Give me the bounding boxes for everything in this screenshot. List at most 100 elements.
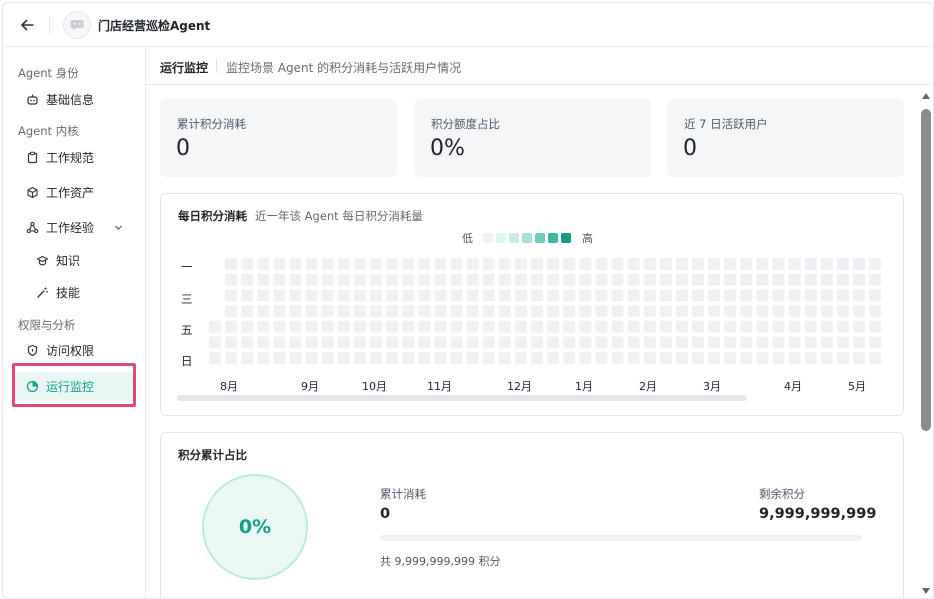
legend-swatches xyxy=(483,233,574,243)
heatmap-cell xyxy=(241,305,254,318)
heatmap-cell xyxy=(643,320,656,333)
back-button[interactable] xyxy=(17,15,37,35)
heatmap-cell xyxy=(756,352,769,365)
heatmap-cell xyxy=(595,289,608,302)
heatmap-cell xyxy=(482,352,495,365)
heatmap-cell xyxy=(853,289,865,302)
heatmap-cell xyxy=(772,273,785,286)
vertical-scrollbar[interactable] xyxy=(918,85,933,598)
heatmap-cell xyxy=(225,320,238,333)
heatmap-cell xyxy=(579,336,592,349)
book-icon xyxy=(35,253,49,267)
heatmap-cell xyxy=(643,273,656,286)
heatmap-cell xyxy=(756,289,769,302)
sidebar-item-access[interactable]: 访问权限 xyxy=(13,336,135,364)
heatmap-cell xyxy=(563,258,576,270)
sidebar-item-work-assets[interactable]: 工作资产 xyxy=(13,178,135,206)
heatmap-cell xyxy=(772,258,785,270)
day-label-fri: 五 xyxy=(181,323,193,337)
heatmap-cell xyxy=(627,258,640,270)
heatmap-cell xyxy=(869,336,882,349)
agent-title: 门店经营巡检Agent xyxy=(98,19,211,33)
heatmap-cell xyxy=(547,305,560,318)
heatmap-cell xyxy=(692,336,704,349)
heatmap-cell xyxy=(450,273,463,286)
robot-icon xyxy=(25,92,39,106)
remaining-value: 9,999,999,999 xyxy=(759,506,877,522)
page-title: 运行监控 xyxy=(160,61,209,75)
heatmap-cell xyxy=(305,336,318,349)
heatmap-cell xyxy=(627,289,640,302)
heatmap-cell xyxy=(788,320,801,333)
heatmap-cell xyxy=(225,258,238,270)
heatmap-cell xyxy=(418,305,431,318)
sidebar-item-work-rules[interactable]: 工作规范 xyxy=(13,143,135,171)
cumulative-ratio-card: 积分累计占比 0% 累计消耗 0 剩余积分 9,999,999,999 共 9,… xyxy=(160,432,904,598)
heatmap-cell xyxy=(370,273,382,286)
heatmap-cell xyxy=(804,273,817,286)
month-label: 2月 xyxy=(639,380,657,393)
heatmap-cell xyxy=(836,320,849,333)
heatmap-cell xyxy=(740,352,753,365)
sidebar: Agent 身份 基础信息 Agent 内核 工作规范 工作资产 工作经验 知识… xyxy=(3,47,146,598)
month-label: 1月 xyxy=(575,380,593,393)
heatmap-cell xyxy=(804,320,817,333)
heatmap-cell xyxy=(659,289,672,302)
heatmap-cell xyxy=(225,305,238,318)
heatmap-cell xyxy=(386,258,399,270)
heatmap-cell xyxy=(724,305,737,318)
sidebar-item-work-experience[interactable]: 工作经验 xyxy=(13,213,135,241)
heatmap-cell xyxy=(305,289,318,302)
heatmap-cell xyxy=(514,336,527,349)
heatmap-cell xyxy=(531,289,543,302)
legend-swatch xyxy=(561,233,571,243)
heatmap-horizontal-scrollbar[interactable] xyxy=(177,395,747,401)
heatmap-cell xyxy=(466,336,479,349)
heatmap-cell xyxy=(514,273,527,286)
heatmap-cell xyxy=(724,336,737,349)
heatmap-cell xyxy=(659,258,672,270)
agent-avatar xyxy=(63,11,91,39)
heatmap-cell xyxy=(820,305,833,318)
heatmap-cell xyxy=(772,289,785,302)
usage-ratio-percent: 0% xyxy=(238,516,272,538)
heatmap-cell xyxy=(820,258,833,270)
sidebar-item-skills[interactable]: 技能 xyxy=(13,278,135,306)
heatmap-cell xyxy=(257,258,270,270)
heatmap-cell xyxy=(740,336,753,349)
legend-swatch xyxy=(509,233,519,243)
heatmap-cell xyxy=(257,320,270,333)
heatmap-cell xyxy=(595,305,608,318)
stat-label: 近 7 日活跃用户 xyxy=(684,117,768,131)
heatmap-cell xyxy=(836,305,849,318)
heatmap-cell xyxy=(659,320,672,333)
heatmap-cell xyxy=(386,336,399,349)
heatmap-cell xyxy=(482,305,495,318)
month-label: 3月 xyxy=(703,380,721,393)
heatmap-cell xyxy=(579,258,592,270)
heatmap-cell xyxy=(804,336,817,349)
heatmap-cell xyxy=(692,273,704,286)
scrollbar-thumb[interactable] xyxy=(921,109,931,431)
heatmap-cell xyxy=(692,320,704,333)
heatmap-cell xyxy=(788,273,801,286)
heatmap-cell xyxy=(225,273,238,286)
heatmap-cell xyxy=(289,273,302,286)
main-panel: 运行监控 监控场景 Agent 的积分消耗与活跃用户情况 累计积分消耗 0 积分… xyxy=(146,47,933,598)
heatmap-cell xyxy=(418,258,431,270)
month-label: 4月 xyxy=(784,380,802,393)
sidebar-item-label: 访问权限 xyxy=(46,343,95,358)
sidebar-item-basic-info[interactable]: 基础信息 xyxy=(13,85,135,113)
month-label: 11月 xyxy=(427,380,452,393)
sidebar-item-knowledge[interactable]: 知识 xyxy=(13,246,135,274)
heatmap-cell xyxy=(466,320,479,333)
sidebar-item-monitoring[interactable]: 运行监控 xyxy=(13,372,135,400)
heatmap-cell xyxy=(611,273,624,286)
scroll-down-arrow-icon[interactable] xyxy=(922,588,930,594)
heatmap-cell xyxy=(740,273,753,286)
heatmap-cell xyxy=(386,289,399,302)
scroll-up-arrow-icon[interactable] xyxy=(922,93,930,99)
heatmap-cell xyxy=(337,258,350,270)
chat-bubble-icon xyxy=(70,20,84,31)
heatmap-cell xyxy=(273,305,286,318)
